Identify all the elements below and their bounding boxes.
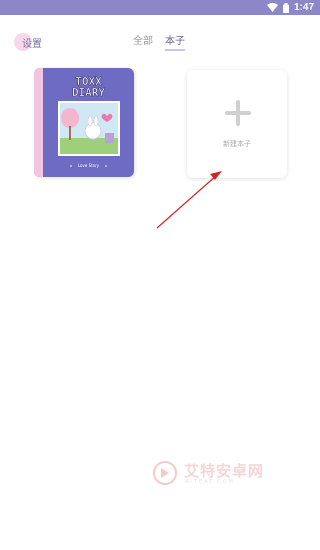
wifi-icon xyxy=(266,3,278,12)
status-bar: 1:47 xyxy=(0,0,320,15)
tab-all[interactable]: 全部 xyxy=(133,35,153,51)
notebook-card[interactable]: TOXX DIARY Love Story xyxy=(34,68,134,177)
notebook-spine xyxy=(34,68,43,177)
status-time: 1:47 xyxy=(293,2,314,13)
notebook-cover-art: TOXX DIARY Love Story xyxy=(58,75,120,168)
tab-notebooks[interactable]: 本子 xyxy=(165,35,185,51)
watermark-logo-icon xyxy=(153,461,177,485)
plus-icon xyxy=(225,100,251,126)
watermark: 艾特安卓网 AITEAT.COM xyxy=(152,459,272,489)
new-notebook-card[interactable]: 新建本子 xyxy=(187,70,287,178)
settings-button[interactable]: 设置 xyxy=(14,33,48,51)
watermark-text: 艾特安卓网 xyxy=(184,462,265,480)
watermark-subtext: AITEAT.COM xyxy=(185,479,235,485)
cover-subtitle: Love Story xyxy=(78,163,100,168)
battery-icon xyxy=(282,2,289,13)
status-icons: 1:47 xyxy=(266,1,314,14)
cover-title-line2: DIARY xyxy=(72,86,105,99)
new-notebook-label: 新建本子 xyxy=(223,140,251,148)
settings-label: 设置 xyxy=(22,38,42,50)
category-tabs: 全部 本子 xyxy=(133,35,185,51)
